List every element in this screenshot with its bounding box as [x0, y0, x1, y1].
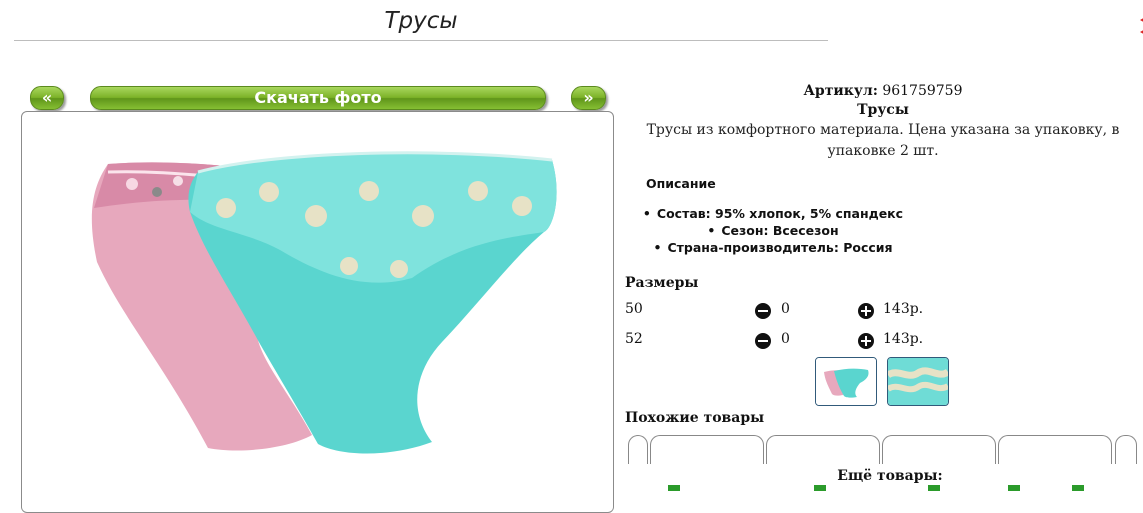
more-products-link[interactable] [1008, 485, 1020, 491]
similar-product-card[interactable] [766, 435, 880, 464]
close-icon[interactable] [1134, 12, 1143, 40]
size-row: 50 0 143р. [625, 301, 1025, 321]
prev-photo-button[interactable]: « [30, 86, 64, 110]
feature-list: Состав: 95% хлопок, 5% спандекс Сезон: В… [628, 205, 918, 256]
product-info: Артикул: 961759759 Трусы Трусы из комфор… [628, 82, 1138, 162]
more-products-link[interactable] [668, 485, 680, 491]
increase-quantity-button[interactable] [858, 303, 874, 319]
product-description: Трусы из комфортного материала. Цена ука… [646, 122, 1120, 159]
description-title: Описание [646, 176, 716, 191]
size-label: 50 [625, 301, 643, 317]
download-photo-button[interactable]: Скачать фото [90, 86, 546, 110]
carousel-prev-arrow[interactable] [628, 435, 648, 464]
thumbnail-1[interactable] [815, 357, 877, 406]
quantity-value: 0 [781, 301, 790, 317]
product-photo-thumbnail-icon [816, 358, 876, 405]
decrease-quantity-button[interactable] [755, 333, 771, 349]
feature-item: Страна-производитель: Россия [628, 239, 918, 256]
page-title: Трусы [14, 8, 828, 41]
more-products-title: Ещё товары: [837, 468, 943, 484]
quantity-value: 0 [781, 331, 790, 347]
decrease-quantity-button[interactable] [755, 303, 771, 319]
sku-label: Артикул: [803, 83, 878, 99]
feature-item: Состав: 95% хлопок, 5% спандекс [628, 205, 918, 222]
lace-detail-thumbnail-icon [888, 358, 948, 405]
increase-quantity-button[interactable] [858, 333, 874, 349]
sizes-title: Размеры [625, 275, 699, 291]
feature-item: Сезон: Всесезон [628, 222, 918, 239]
more-products-link[interactable] [1072, 485, 1084, 491]
next-photo-button[interactable]: » [571, 86, 606, 110]
similar-products-title: Похожие товары [625, 410, 765, 426]
sku-line: Артикул: 961759759 [628, 82, 1138, 100]
similar-products-carousel [626, 435, 1143, 465]
similar-product-card[interactable] [650, 435, 764, 464]
more-products-link[interactable] [814, 485, 826, 491]
more-products-link[interactable] [928, 485, 940, 491]
similar-product-card[interactable] [882, 435, 996, 464]
product-photo[interactable] [22, 112, 613, 512]
thumbnail-2[interactable] [887, 357, 949, 406]
more-products-links [626, 485, 1143, 493]
size-label: 52 [625, 331, 643, 347]
sku-value: 961759759 [882, 83, 963, 99]
similar-product-card[interactable] [998, 435, 1112, 464]
size-row: 52 0 143р. [625, 331, 1025, 351]
product-name: Трусы [857, 102, 909, 118]
price: 143р. [883, 301, 924, 317]
carousel-next-arrow[interactable] [1115, 435, 1137, 464]
price: 143р. [883, 331, 924, 347]
product-photo-frame [21, 111, 614, 513]
